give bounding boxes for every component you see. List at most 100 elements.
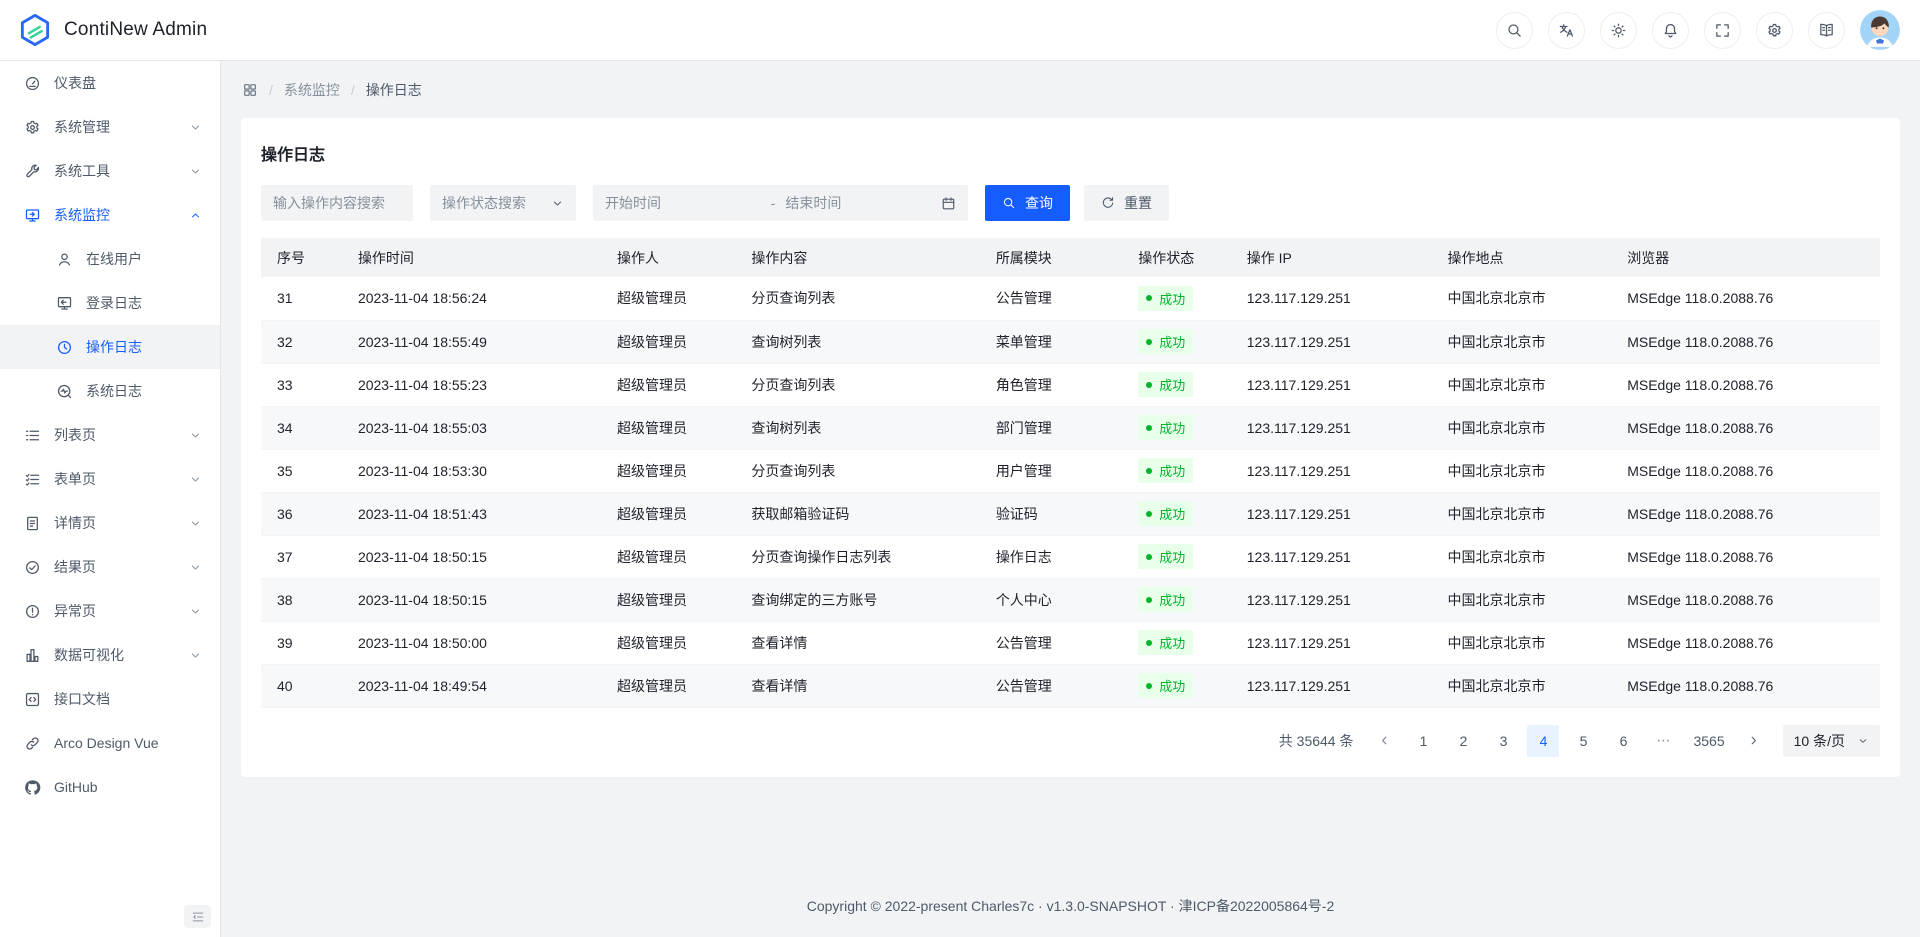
sidebar-item-github[interactable]: GitHub — [0, 765, 220, 809]
cell-status: 成功 — [1122, 449, 1230, 492]
cell-location: 中国北京北京市 — [1432, 277, 1612, 320]
status-dot-icon — [1146, 640, 1152, 646]
sidebar-item-form-page[interactable]: 表单页 — [0, 457, 220, 501]
status-badge: 成功 — [1138, 372, 1193, 397]
pagination-page-1[interactable]: 1 — [1407, 725, 1439, 757]
refresh-icon — [1101, 196, 1115, 210]
user-avatar[interactable] — [1860, 10, 1900, 50]
apps-grid-icon[interactable] — [242, 82, 258, 98]
language-button[interactable] — [1548, 12, 1585, 49]
cell-time: 2023-11-04 18:56:24 — [342, 277, 601, 320]
pagination-page-3565[interactable]: 3565 — [1687, 725, 1730, 757]
page-title: 操作日志 — [261, 141, 1880, 165]
sidebar-item-api-docs[interactable]: 接口文档 — [0, 677, 220, 721]
fullscreen-button[interactable] — [1704, 12, 1741, 49]
search-icon — [1506, 22, 1523, 39]
breadcrumb-item-current: 操作日志 — [366, 80, 422, 100]
cell-no: 39 — [261, 621, 342, 664]
cell-status: 成功 — [1122, 621, 1230, 664]
cell-ip: 123.117.129.251 — [1231, 406, 1432, 449]
sidebar-item-label: 异常页 — [54, 601, 189, 621]
cell-operator: 超级管理员 — [601, 492, 735, 535]
app-title: ContiNew Admin — [64, 19, 207, 41]
pagination-prev-button[interactable] — [1369, 725, 1399, 757]
cell-browser: MSEdge 118.0.2088.76 — [1611, 578, 1880, 621]
bell-icon — [1662, 22, 1679, 39]
chevron-down-icon — [189, 605, 202, 618]
sidebar-item-system-log[interactable]: 系统日志 — [0, 369, 220, 413]
sidebar-item-list-page[interactable]: 列表页 — [0, 413, 220, 457]
sidebar-item-dashboard[interactable]: 仪表盘 — [0, 61, 220, 105]
chevron-down-icon — [189, 649, 202, 662]
cell-content: 查看详情 — [735, 621, 979, 664]
sidebar-item-login-log[interactable]: 登录日志 — [0, 281, 220, 325]
reset-button[interactable]: 重置 — [1084, 185, 1169, 221]
status-dot-icon — [1146, 597, 1152, 603]
monitor-icon — [24, 207, 41, 224]
sidebar-item-online-users[interactable]: 在线用户 — [0, 237, 220, 281]
pagination-page-3[interactable]: 3 — [1487, 725, 1519, 757]
status-badge: 成功 — [1138, 630, 1193, 655]
search-button[interactable]: 查询 — [985, 185, 1070, 221]
notification-button[interactable] — [1652, 12, 1689, 49]
menu-fold-icon — [191, 910, 205, 924]
calendar-icon — [941, 196, 956, 211]
settings-button[interactable] — [1756, 12, 1793, 49]
sidebar-item-label: 仪表盘 — [54, 73, 202, 93]
cell-operator: 超级管理员 — [601, 449, 735, 492]
pagination-page-2[interactable]: 2 — [1447, 725, 1479, 757]
cell-content: 分页查询列表 — [735, 363, 979, 406]
date-range-picker[interactable]: 开始时间 - 结束时间 — [593, 185, 968, 221]
status-dot-icon — [1146, 511, 1152, 517]
cell-time: 2023-11-04 18:49:54 — [342, 664, 601, 707]
cell-browser: MSEdge 118.0.2088.76 — [1611, 277, 1880, 320]
cell-time: 2023-11-04 18:50:15 — [342, 535, 601, 578]
sidebar-item-data-visualization[interactable]: 数据可视化 — [0, 633, 220, 677]
sidebar-item-detail-page[interactable]: 详情页 — [0, 501, 220, 545]
sidebar-item-result-page[interactable]: 结果页 — [0, 545, 220, 589]
status-badge: 成功 — [1138, 673, 1193, 698]
breadcrumb-separator: / — [351, 82, 355, 98]
pagination-total: 共 35644 条 — [1279, 731, 1354, 751]
pagination-page-4[interactable]: 4 — [1527, 725, 1559, 757]
header-actions — [1496, 10, 1900, 50]
search-button[interactable] — [1496, 12, 1533, 49]
cell-status: 成功 — [1122, 363, 1230, 406]
column-header-4: 所属模块 — [980, 238, 1122, 277]
sidebar-collapse-button[interactable] — [184, 905, 211, 928]
sidebar-item-system-management[interactable]: 系统管理 — [0, 105, 220, 149]
sidebar-item-system-monitor[interactable]: 系统监控 — [0, 193, 220, 237]
cell-browser: MSEdge 118.0.2088.76 — [1611, 492, 1880, 535]
table-row: 352023-11-04 18:53:30超级管理员分页查询列表用户管理成功12… — [261, 449, 1880, 492]
cell-time: 2023-11-04 18:55:23 — [342, 363, 601, 406]
docs-button[interactable] — [1808, 12, 1845, 49]
theme-button[interactable] — [1600, 12, 1637, 49]
cell-operator: 超级管理员 — [601, 664, 735, 707]
pagination-next-button[interactable] — [1739, 725, 1769, 757]
end-time-placeholder[interactable]: 结束时间 — [785, 193, 941, 213]
status-select[interactable]: 操作状态搜索 — [430, 185, 576, 221]
start-time-placeholder[interactable]: 开始时间 — [605, 193, 761, 213]
page-size-select[interactable]: 10 条/页 — [1783, 725, 1880, 757]
status-dot-icon — [1146, 295, 1152, 301]
sidebar-item-label: 结果页 — [54, 557, 189, 577]
sidebar-item-operation-log[interactable]: 操作日志 — [0, 325, 220, 369]
pagination-page-5[interactable]: 5 — [1567, 725, 1599, 757]
sidebar-item-system-tools[interactable]: 系统工具 — [0, 149, 220, 193]
cell-ip: 123.117.129.251 — [1231, 664, 1432, 707]
content-search-input[interactable] — [273, 195, 401, 211]
sidebar-item-exception-page[interactable]: 异常页 — [0, 589, 220, 633]
status-badge: 成功 — [1138, 415, 1193, 440]
breadcrumb-item-parent[interactable]: 系统监控 — [284, 80, 340, 100]
cell-module: 公告管理 — [980, 277, 1122, 320]
cell-browser: MSEdge 118.0.2088.76 — [1611, 320, 1880, 363]
pagination-page-6[interactable]: 6 — [1607, 725, 1639, 757]
cell-status: 成功 — [1122, 320, 1230, 363]
cell-ip: 123.117.129.251 — [1231, 320, 1432, 363]
cell-module: 用户管理 — [980, 449, 1122, 492]
chevron-down-icon — [189, 429, 202, 442]
status-dot-icon — [1146, 339, 1152, 345]
content-search-field[interactable] — [261, 185, 413, 221]
sidebar-item-arco-design-vue[interactable]: Arco Design Vue — [0, 721, 220, 765]
cell-status: 成功 — [1122, 664, 1230, 707]
